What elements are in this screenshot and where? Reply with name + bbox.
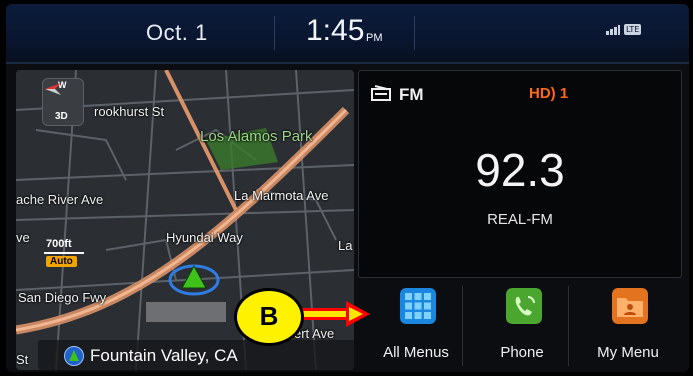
callout-letter: B xyxy=(259,301,279,331)
folder-user-icon xyxy=(612,288,648,324)
status-time: 1:45 xyxy=(306,14,365,47)
lte-icon: LTE xyxy=(624,24,642,35)
hd-channel: 1 xyxy=(559,85,569,102)
hd-radio-badge: HD) 1 xyxy=(529,85,568,102)
head-unit-screen: Oct. 1 1:45 PM LTE rookhurst St Los Alam… xyxy=(0,0,693,376)
street-label: La xyxy=(338,238,353,253)
phone-button[interactable]: Phone xyxy=(472,282,572,370)
status-ampm: PM xyxy=(366,32,383,44)
status-date: Oct. 1 xyxy=(146,20,208,45)
street-label: rookhurst St xyxy=(94,104,165,119)
current-location-text: Fountain Valley, CA xyxy=(90,346,238,365)
display-frame: Oct. 1 1:45 PM LTE rookhurst St Los Alam… xyxy=(6,4,689,372)
location-arrow-icon xyxy=(64,346,84,366)
grid-icon xyxy=(400,288,436,324)
annotation-arrow xyxy=(296,301,370,327)
street-label: Hyundai Way xyxy=(166,230,243,245)
radio-widget[interactable]: FM HD) 1 92.3 REAL-FM xyxy=(358,70,682,278)
compass-button[interactable]: W 3D xyxy=(42,78,84,126)
status-divider xyxy=(414,16,415,50)
scale-distance: 700ft xyxy=(46,238,72,250)
hd-icon: HD) xyxy=(529,85,556,102)
button-divider xyxy=(568,286,569,366)
annotation-callout: B xyxy=(234,288,304,346)
status-divider xyxy=(274,16,275,50)
my-menu-label: My Menu xyxy=(597,344,659,361)
street-label: St xyxy=(16,352,29,367)
status-icons: LTE xyxy=(606,24,642,35)
my-menu-button[interactable]: My Menu xyxy=(578,282,678,370)
map-scale[interactable]: 700ft Auto xyxy=(42,238,86,270)
all-menus-label: All Menus xyxy=(383,344,449,361)
phone-label: Phone xyxy=(500,344,544,361)
scale-auto-badge: Auto xyxy=(46,256,77,267)
street-label: ve xyxy=(16,230,30,245)
phone-icon xyxy=(506,288,542,324)
current-location-bar[interactable]: Fountain Valley, CA xyxy=(38,340,354,370)
radio-frequency: 92.3 xyxy=(475,144,565,196)
park-label: Los Alamos Park xyxy=(200,128,313,145)
street-label: La Marmota Ave xyxy=(234,188,329,203)
radio-band: FM xyxy=(399,85,424,104)
street-label: ache River Ave xyxy=(16,192,104,207)
scale-bar xyxy=(44,252,84,254)
button-divider xyxy=(462,286,463,366)
radio-station: REAL-FM xyxy=(487,211,553,228)
all-menus-button[interactable]: All Menus xyxy=(366,282,466,370)
status-bar: Oct. 1 1:45 PM LTE xyxy=(6,4,689,64)
signal-icon xyxy=(606,24,620,35)
compass-icon xyxy=(45,83,61,95)
street-label: San Diego Fwy xyxy=(18,290,107,305)
view-mode-label: 3D xyxy=(55,111,68,122)
radio-icon xyxy=(371,85,391,101)
